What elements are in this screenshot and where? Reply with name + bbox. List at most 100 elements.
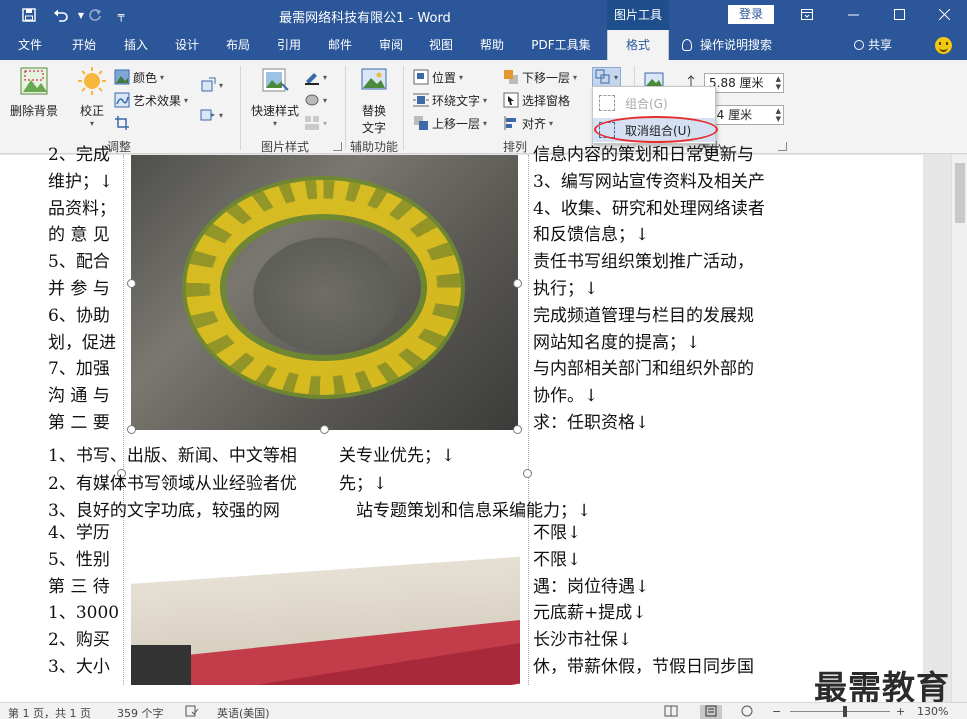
requirement-line-1: 1、书写、出版、新闻、中文等相 xyxy=(48,446,297,466)
read-mode-icon[interactable] xyxy=(664,705,678,719)
quick-styles-button[interactable]: 快速样式 ▾ xyxy=(246,66,304,128)
chevron-down-icon: ▾ xyxy=(483,95,488,105)
paragraph-line: 和反馈信息；↓ xyxy=(533,225,650,246)
tab-view[interactable]: 视图 xyxy=(419,30,463,60)
compress-pictures-button[interactable]: ▾ xyxy=(200,75,223,95)
language-indicator[interactable]: 英语(美国) xyxy=(217,705,270,719)
resize-handle-icon[interactable] xyxy=(513,425,522,434)
proofing-icon[interactable] xyxy=(185,705,199,719)
customize-qat-icon[interactable]: ╤ xyxy=(110,5,132,25)
width-input[interactable]: 84 厘米 ▲ ▼ xyxy=(704,105,784,125)
paragraph-line: 6、协助 xyxy=(48,305,110,326)
save-icon[interactable] xyxy=(18,5,40,25)
tab-pdf-tools[interactable]: PDF工具集 xyxy=(524,30,598,60)
document-page[interactable]: 2、完成 维护；↓ 品资料； 的 意 见 5、配合 并 参 与 6、协助 划，促… xyxy=(0,145,923,702)
tab-help[interactable]: 帮助 xyxy=(470,30,514,60)
tab-references[interactable]: 引用 xyxy=(267,30,311,60)
tab-mailings[interactable]: 邮件 xyxy=(318,30,362,60)
paragraph-line: 完成频道管理与栏目的发展规 xyxy=(533,305,754,326)
group-icon xyxy=(599,95,615,111)
selection-pane-label: 选择窗格 xyxy=(522,93,571,108)
tab-review[interactable]: 审阅 xyxy=(369,30,413,60)
zoom-level[interactable]: 130% xyxy=(917,705,948,718)
scrollbar-thumb[interactable] xyxy=(955,163,965,223)
left-text-column: 2、完成 维护；↓ 品资料； 的 意 见 5、配合 并 参 与 6、协助 划，促… xyxy=(48,142,116,437)
vertical-scrollbar[interactable] xyxy=(951,155,967,702)
compress-pictures-icon xyxy=(201,77,216,92)
wrap-text-button[interactable]: 环绕文字 ▾ xyxy=(413,90,487,110)
corrections-button[interactable]: 校正 ▾ xyxy=(72,66,112,128)
page-count[interactable]: 第 1 页，共 1 页 xyxy=(8,705,91,719)
crop-button[interactable] xyxy=(114,113,130,133)
print-layout-icon[interactable] xyxy=(700,705,722,719)
artistic-effects-button[interactable]: 艺术效果 ▾ xyxy=(114,90,188,110)
height-spinner-icon[interactable]: ▲ ▼ xyxy=(776,75,781,91)
tab-file[interactable]: 文件 xyxy=(8,30,52,60)
share-button[interactable]: 共享 xyxy=(854,30,892,60)
height-input[interactable]: 5.88 厘米 ▲ ▼ xyxy=(704,73,784,93)
paragraph-line: 网站知名度的提高；↓ xyxy=(533,332,701,353)
feedback-smiley-icon[interactable] xyxy=(935,37,952,54)
chevron-down-icon: ▾ xyxy=(549,118,554,128)
books-image[interactable] xyxy=(131,545,520,685)
ribbon-format: 删除背景 校正 ▾ 颜色▾ 艺术效果▾ ▾ ▾ 调整 快速样式 ▾ ▾ ▾ xyxy=(0,60,967,154)
login-button[interactable]: 登录 xyxy=(728,5,774,24)
tab-layout[interactable]: 布局 xyxy=(216,30,260,60)
zoom-slider[interactable] xyxy=(790,711,890,712)
tab-insert[interactable]: 插入 xyxy=(114,30,158,60)
paragraph-line: 责任书写组织策划推广活动， xyxy=(533,252,754,273)
maximize-icon[interactable] xyxy=(876,0,922,30)
selection-pane-button[interactable]: 选择窗格 xyxy=(503,90,570,110)
bring-forward-button[interactable]: 上移一层 ▾ xyxy=(413,113,487,133)
tab-format[interactable]: 格式 xyxy=(607,30,669,60)
status-bar: 第 1 页，共 1 页 359 个字 英语(美国) − + 130% xyxy=(0,702,967,719)
close-icon[interactable] xyxy=(921,0,967,30)
group-objects-button[interactable]: ▾ xyxy=(592,67,622,87)
requirement-line-2-cont: 先；↓ xyxy=(339,474,388,494)
resize-handle-icon[interactable] xyxy=(127,279,136,288)
zoom-out-icon[interactable]: − xyxy=(772,705,781,718)
lower-left-text-column: 4、学历 5、性别 第 三 待 1、3000 2、购买 3、大小 xyxy=(48,520,119,681)
tab-home[interactable]: 开始 xyxy=(62,30,106,60)
tell-me-label: 操作说明搜索 xyxy=(700,38,773,52)
paragraph-line: 1、3000 xyxy=(48,603,120,624)
crop-icon xyxy=(115,116,129,130)
alt-text-button[interactable]: 替换 文字 xyxy=(352,66,396,136)
send-backward-button[interactable]: 下移一层 ▾ xyxy=(503,67,577,87)
zoom-in-icon[interactable]: + xyxy=(896,705,905,718)
remove-background-button[interactable]: 删除背景 xyxy=(6,66,62,119)
tab-design[interactable]: 设计 xyxy=(165,30,209,60)
picture-effects-button[interactable]: ▾ xyxy=(304,90,327,110)
paragraph-line: 信息内容的策划和日常更新与 xyxy=(533,145,754,165)
paragraph-line: 的 意 见 xyxy=(48,225,110,246)
resize-handle-icon[interactable] xyxy=(513,279,522,288)
minimize-icon[interactable] xyxy=(830,0,876,30)
change-picture-button[interactable]: ▾ xyxy=(200,105,223,125)
paragraph-line: 7、加强 xyxy=(48,359,110,380)
zoom-slider-thumb[interactable] xyxy=(843,706,847,717)
picture-styles-launcher-icon[interactable] xyxy=(333,142,342,151)
width-spinner-icon[interactable]: ▲ ▼ xyxy=(776,107,781,123)
requirement-line-1-cont: 关专业优先；↓ xyxy=(339,446,456,466)
alt-text-icon xyxy=(361,68,387,90)
paragraph-line: 第 二 要 xyxy=(48,412,110,433)
flower-wreath-image[interactable] xyxy=(131,155,518,430)
word-count[interactable]: 359 个字 xyxy=(117,705,164,719)
color-button[interactable]: 颜色 ▾ xyxy=(114,67,164,87)
change-picture-icon xyxy=(200,109,215,121)
group-divider xyxy=(240,66,241,150)
position-button[interactable]: 位置 ▾ xyxy=(413,67,463,87)
tell-me-search[interactable]: 操作说明搜索 xyxy=(682,30,772,60)
undo-icon[interactable] xyxy=(50,5,72,25)
resize-handle-icon[interactable] xyxy=(320,425,329,434)
artistic-effects-label: 艺术效果 xyxy=(133,93,182,108)
picture-border-button[interactable]: ▾ xyxy=(304,67,327,87)
paragraph-line: 元底薪+提成↓ xyxy=(533,603,647,624)
ribbon-display-options-icon[interactable] xyxy=(784,0,830,30)
paragraph-line: 遇：岗位待遇↓ xyxy=(533,576,650,597)
group-resize-handle-icon[interactable] xyxy=(523,469,532,478)
resize-handle-icon[interactable] xyxy=(127,425,136,434)
web-layout-icon[interactable] xyxy=(740,705,754,719)
size-launcher-icon[interactable] xyxy=(778,142,787,151)
align-button[interactable]: 对齐 ▾ xyxy=(503,113,553,133)
